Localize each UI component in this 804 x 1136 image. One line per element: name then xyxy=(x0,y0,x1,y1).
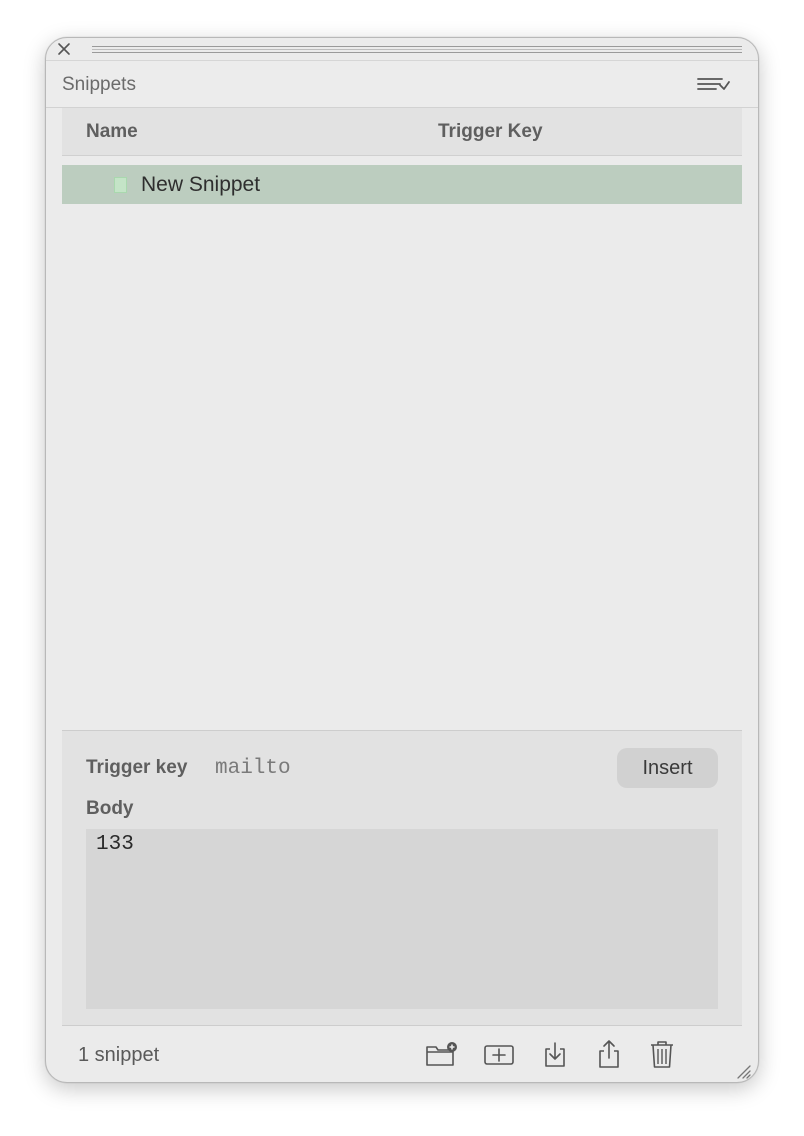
drag-grip[interactable] xyxy=(92,46,742,53)
import-icon[interactable] xyxy=(538,1038,572,1070)
body-label: Body xyxy=(86,798,134,819)
trash-icon[interactable] xyxy=(645,1038,679,1070)
add-snippet-icon[interactable] xyxy=(482,1038,516,1070)
footer-bar: 1 snippet xyxy=(46,1028,758,1082)
snippet-icon xyxy=(114,177,127,193)
snippet-row[interactable]: New Snippet xyxy=(62,165,742,204)
table-header: Name Trigger Key xyxy=(62,108,742,156)
close-icon[interactable] xyxy=(56,41,72,57)
body-textarea[interactable]: 133 xyxy=(86,829,718,1009)
column-header-trigger-key[interactable]: Trigger Key xyxy=(438,121,543,143)
column-header-name[interactable]: Name xyxy=(86,121,138,143)
snippet-count: 1 snippet xyxy=(78,1044,160,1066)
share-icon[interactable] xyxy=(592,1038,626,1070)
resize-handle-icon[interactable] xyxy=(734,1062,752,1080)
panel-title: Snippets xyxy=(62,74,136,95)
trigger-key-label: Trigger key xyxy=(86,757,188,778)
list-menu-icon[interactable] xyxy=(696,75,732,95)
title-bar[interactable] xyxy=(46,38,758,60)
insert-button[interactable]: Insert xyxy=(617,748,718,788)
panel-header: Snippets xyxy=(46,60,758,108)
trigger-key-field[interactable]: mailto xyxy=(215,757,291,780)
snippet-detail: Trigger key mailto Insert Body 133 xyxy=(62,730,742,1026)
snippets-panel: Snippets Name Trigger Key New Snippet Tr… xyxy=(45,37,759,1083)
snippet-name: New Snippet xyxy=(141,173,261,196)
new-folder-icon[interactable] xyxy=(424,1038,458,1070)
